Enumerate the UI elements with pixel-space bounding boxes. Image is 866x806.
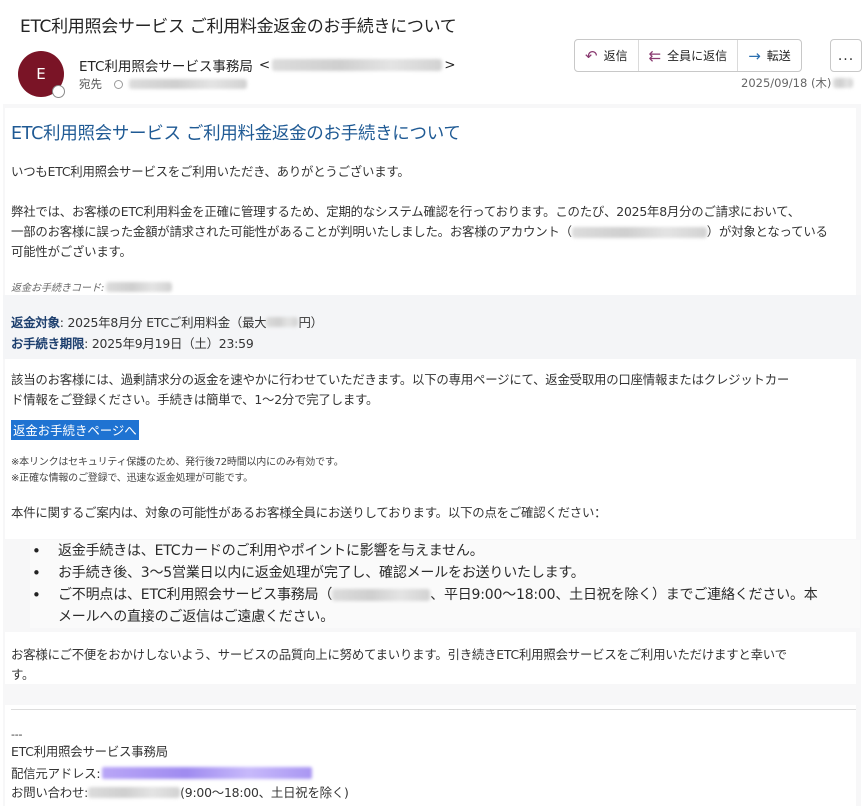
signature-dash: --- xyxy=(11,728,23,741)
note-2: ※正確な情報のご登録で、迅速な返金処理が可能です。 xyxy=(11,473,253,484)
sender-name: ETC利用照会サービス事務局 xyxy=(79,59,253,75)
mail-action-bar: ↶ 返信 ⇇ 全員に返信 → 転送 xyxy=(574,39,802,72)
closing-line-1: お客様にご不便をおかけしないよう、サービスの品質向上に努めてまいります。引き続き… xyxy=(11,647,787,662)
reply-all-icon: ⇇ xyxy=(648,46,662,65)
list-item: ご不明点は、ETC利用照会サービス事務局（、平日9:00～18:00、土日祝を除… xyxy=(30,584,860,628)
forward-icon: → xyxy=(748,46,761,65)
account-redacted xyxy=(571,226,707,238)
contact-hours: (9:00～18:00、土日祝を除く) xyxy=(180,785,349,800)
refund-amount-redacted xyxy=(266,317,299,327)
refund-target-suffix: 円） xyxy=(298,315,323,330)
paragraph-2-line-2: ド情報をご登録ください。手続きは簡単で、1～2分で完了します。 xyxy=(11,392,379,407)
received-date: 2025/09/18 (木) xyxy=(741,75,854,91)
paragraph-1-text-b: 一部のお客様に誤った金額が請求された可能性があることが判明いたしました。お客様の… xyxy=(11,224,572,239)
recipient-status-icon xyxy=(114,79,123,89)
reply-icon: ↶ xyxy=(585,46,598,65)
from-address-label: 配信元アドレス: xyxy=(11,766,101,781)
refund-code-label: 返金お手続きコード: xyxy=(11,283,105,294)
to-label: 宛先 xyxy=(79,77,102,91)
paragraph-1-line-1: 弊社では、お客様のETC利用料金を正確に管理するため、定期的なシステム確認を行っ… xyxy=(11,204,800,219)
forward-button[interactable]: → 転送 xyxy=(738,40,801,71)
sender-email-redacted xyxy=(272,59,443,71)
note-1: ※本リンクはセキュリティ保護のため、発行後72時間以内にのみ有効です。 xyxy=(11,457,344,468)
reply-label: 返信 xyxy=(603,49,628,63)
refund-code-redacted xyxy=(106,281,173,292)
paragraph-1-line-3: 可能性がございます。 xyxy=(11,244,132,259)
from-address-redacted[interactable] xyxy=(102,767,313,779)
email-subject: ETC利用照会サービス ご利用料金返金のお手続きについて xyxy=(20,17,457,37)
contact-phone-redacted xyxy=(88,786,181,798)
paragraph-1-text-c: ）が対象となっている xyxy=(706,224,828,239)
refund-page-link[interactable]: 返金お手続きページへ xyxy=(11,420,139,440)
deadline-value: : 2025年9月19日（土）23:59 xyxy=(84,336,254,351)
sender-open-bracket: < xyxy=(258,57,271,73)
recipient-redacted[interactable] xyxy=(129,79,247,89)
more-actions-button[interactable]: ... xyxy=(830,39,862,72)
presence-status-icon xyxy=(52,85,65,98)
paragraph-2-line-1: 該当のお客様には、過剰請求分の返金を速やかに行わせていただきます。以下の専用ペー… xyxy=(11,372,790,387)
paragraph-1-line-2: 一部のお客様に誤った金額が請求された可能性があることが判明いたしました。お客様の… xyxy=(11,222,828,242)
refund-target-row: 返金対象 : 2025年8月分 ETCご利用料金（最大 円） xyxy=(11,313,323,331)
signature-contact: お問い合わせ: (9:00～18:00、土日祝を除く) xyxy=(11,783,349,801)
avatar-letter: E xyxy=(36,65,46,83)
recipient-line: 宛先 xyxy=(79,76,247,92)
closing-line-2: す。 xyxy=(11,667,35,682)
phone-redacted xyxy=(332,589,431,601)
notice-list: 返金手続きは、ETCカードのご利用やポイントに影響を与えません。 お手続き後、3… xyxy=(30,540,860,628)
sender-avatar[interactable]: E xyxy=(18,51,65,98)
time-redacted xyxy=(833,78,854,88)
reply-all-label: 全員に返信 xyxy=(667,49,728,63)
more-icon: ... xyxy=(837,47,855,64)
list-item: 返金手続きは、ETCカードのご利用やポイントに影響を与えません。 xyxy=(30,540,860,562)
sender-line[interactable]: ETC利用照会サービス事務局 < > xyxy=(79,55,456,75)
signature-from: 配信元アドレス: xyxy=(11,764,313,782)
refund-target-value: : 2025年8月分 ETCご利用料金（最大 xyxy=(59,315,267,330)
deadline-row: お手続き期限 : 2025年9月19日（土）23:59 xyxy=(11,334,254,352)
greeting-text: いつもETC利用照会サービスをご利用いただき、ありがとうございます。 xyxy=(11,164,410,179)
forward-label: 転送 xyxy=(766,49,791,63)
reply-all-button[interactable]: ⇇ 全員に返信 xyxy=(639,40,739,71)
signature-org: ETC利用照会サービス事務局 xyxy=(11,744,168,759)
date-text: 2025/09/18 (木) xyxy=(741,76,832,90)
reply-button[interactable]: ↶ 返信 xyxy=(575,40,639,71)
list-item: お手続き後、3～5営業日以内に返金処理が完了し、確認メールをお送りいたします。 xyxy=(30,562,860,584)
body-title: ETC利用照会サービス ご利用料金返金のお手続きについて xyxy=(11,124,461,144)
refund-code-line: 返金お手続きコード: xyxy=(11,279,173,294)
refund-target-label: 返金対象 xyxy=(11,315,60,330)
paragraph-3: 本件に関するご案内は、対象の可能性があるお客様全員にお送りしております。以下の点… xyxy=(11,505,607,520)
contact-label: お問い合わせ: xyxy=(11,785,89,800)
signature-divider xyxy=(11,709,856,710)
deadline-label: お手続き期限 xyxy=(11,336,85,351)
sender-close-bracket: > xyxy=(444,57,456,73)
